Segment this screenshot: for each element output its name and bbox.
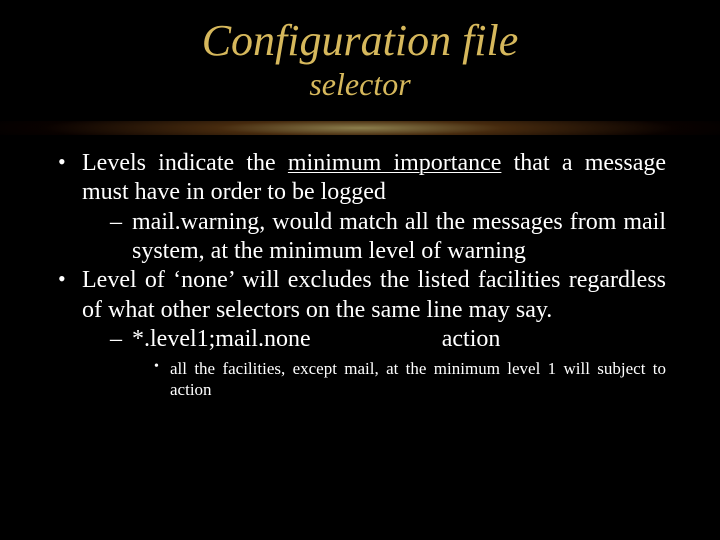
slide-subtitle: selector <box>0 66 720 103</box>
divider-glow <box>0 121 720 135</box>
bullet-none-text: Level of ‘none’ will excludes the listed… <box>82 267 666 322</box>
example-selector: *.level1;mail.none <box>132 325 442 354</box>
bullet-levels-pre: Levels indicate the <box>82 150 288 176</box>
bullet-levels-underlined: minimum importance <box>288 150 502 176</box>
sub-example-mailwarning: mail.warning, would match all the messag… <box>110 208 666 267</box>
bullet-none: Level of ‘none’ will excludes the listed… <box>54 266 666 400</box>
subsub-explain: all the facilities, except mail, at the … <box>154 358 666 401</box>
sub-example-none: *.level1;mail.none action all the facili… <box>110 325 666 401</box>
title-block: Configuration file selector <box>0 0 720 103</box>
example-action: action <box>442 325 666 354</box>
body-content: Levels indicate the minimum importance t… <box>0 135 720 400</box>
bullet-levels: Levels indicate the minimum importance t… <box>54 149 666 266</box>
slide-title: Configuration file <box>0 18 720 64</box>
slide: Configuration file selector Levels indic… <box>0 0 720 540</box>
